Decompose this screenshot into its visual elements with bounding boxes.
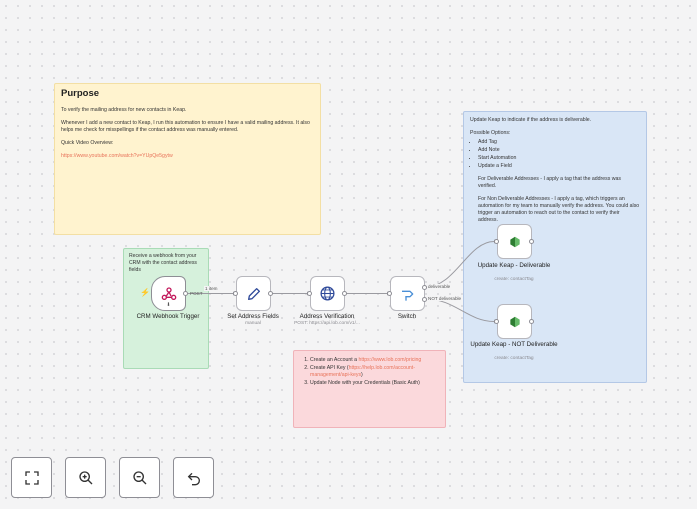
keap-deliverable-subtitle: create: contactTag [494, 277, 534, 282]
trigger-bolt-icon: ⚡ [140, 288, 150, 297]
switch-label: Switch [397, 313, 417, 320]
keap-not-deliverable-output-port[interactable] [529, 319, 534, 324]
trigger-node-label: CRM Webhook Trigger [136, 313, 200, 320]
trigger-output-port[interactable] [183, 291, 188, 296]
verify-label: Address Verification [299, 313, 355, 320]
set-fields-input-port[interactable] [233, 291, 238, 296]
verify-output-port[interactable] [342, 291, 347, 296]
update-keap-not-deliverable-node[interactable] [497, 304, 532, 339]
address-verification-node[interactable] [310, 276, 345, 311]
switch-output-not-deliverable-port[interactable] [422, 297, 427, 302]
trigger-port-label: POST [190, 291, 203, 296]
update-keap-deliverable-node[interactable] [497, 224, 532, 259]
verify-subtitle: POST: https://api.lob.com/v1/... [294, 321, 360, 326]
workflow-connections [188, 239, 497, 324]
switch-output-deliverable-port[interactable] [422, 285, 427, 290]
set-address-fields-node[interactable] [236, 276, 271, 311]
keap-not-deliverable-input-port[interactable] [494, 319, 499, 324]
set-fields-output-port[interactable] [268, 291, 273, 296]
keap-not-deliverable-subtitle: create: contactTag [494, 356, 534, 361]
zoom-in-icon [78, 470, 92, 484]
keap-not-deliverable-label: Update Keap - NOT Deliverable [470, 341, 558, 348]
switch-node[interactable] [390, 276, 425, 311]
switch-icon [401, 290, 413, 301]
keap-deliverable-input-port[interactable] [494, 239, 499, 244]
switch-input-port[interactable] [387, 291, 392, 296]
fit-view-button[interactable] [11, 457, 52, 498]
pencil-icon [247, 287, 260, 300]
crm-webhook-trigger-node[interactable]: ⬇ [151, 276, 186, 311]
trigger-pin-icon: ⬇ [166, 302, 171, 308]
globe-icon [320, 286, 335, 301]
zoom-in-button[interactable] [65, 457, 106, 498]
zoom-out-button[interactable] [119, 457, 160, 498]
edge-item-count: 1 item [204, 286, 219, 291]
keap-logo-icon [509, 236, 520, 247]
edge-deliverable-label: deliverable [427, 284, 452, 289]
keap-logo-icon [509, 316, 520, 327]
verify-input-port[interactable] [307, 291, 312, 296]
webhook-icon [161, 286, 176, 300]
undo-icon [187, 472, 200, 485]
zoom-out-icon [132, 470, 146, 484]
keap-deliverable-output-port[interactable] [529, 239, 534, 244]
edge-not-deliverable-label: NOT deliverable [427, 296, 463, 301]
keap-deliverable-label: Update Keap - Deliverable [477, 262, 551, 269]
reset-zoom-button[interactable] [173, 457, 214, 498]
fullscreen-icon [24, 470, 39, 485]
